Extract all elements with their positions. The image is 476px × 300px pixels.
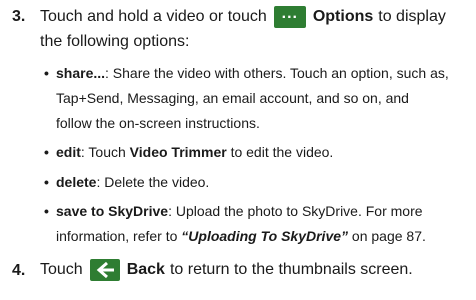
bullet-dot: • [44, 203, 49, 219]
bullet-term: save to SkyDrive [56, 203, 169, 219]
step-4-post: to return to the thumbnails screen. [169, 261, 413, 278]
bullet-term: share... [56, 65, 106, 81]
step-3-intro: Touch and hold a video or touch [40, 8, 267, 25]
bullet-text-post: on page 87. [348, 228, 426, 244]
cross-reference-link[interactable]: “Uploading To SkyDrive” [181, 228, 348, 244]
bullet-term: delete [56, 174, 97, 190]
bullet-save-skydrive-line-2: information, refer to “Uploading To SkyD… [56, 228, 426, 244]
instruction-document: 3. Touch and hold a video or touch ... O… [0, 0, 476, 300]
step-number: 4. [12, 262, 26, 279]
bullet-share-line-3: follow the on-screen instructions. [56, 115, 260, 131]
step-3-intro-post: to display [378, 8, 446, 25]
bullet-save-skydrive: • save to SkyDrive : Upload the photo to… [44, 203, 423, 219]
bullet-share-line-2: Tap+Send, Messaging, an email account, a… [56, 90, 409, 106]
bullet-text: : Upload the photo to SkyDrive. For more [168, 203, 423, 219]
bullet-text: information, refer to [56, 228, 182, 244]
step-number: 3. [12, 8, 26, 25]
bullet-delete: • delete : Delete the video. [44, 174, 209, 190]
step-3-line-1: Touch and hold a video or touch ... Opti… [40, 5, 446, 28]
bullet-text: : Touch [80, 144, 130, 160]
bullet-edit: • edit : Touch Video Trimmer to edit the… [44, 144, 333, 160]
bullet-term: edit [56, 144, 81, 160]
step-4-pre: Touch [40, 261, 83, 278]
bullet-share: • share... : Share the video with others… [44, 65, 449, 81]
bullet-dot: • [44, 144, 49, 160]
options-label: Options [312, 8, 374, 25]
video-trimmer-label: Video Trimmer [129, 144, 227, 160]
step-4-line: Touch Back to return to the thumbnails s… [40, 259, 413, 281]
back-arrow-icon [89, 259, 120, 281]
bullet-text: : Share the video with others. Touch an … [105, 65, 449, 81]
step-3-line-2: the following options: [40, 33, 190, 50]
back-label: Back [126, 261, 165, 278]
more-options-icon: ... [273, 5, 306, 28]
bullet-dot: • [44, 174, 49, 190]
bullet-text: : Delete the video. [96, 174, 210, 190]
bullet-dot: • [44, 65, 49, 81]
bullet-text-post: to edit the video. [226, 144, 334, 160]
